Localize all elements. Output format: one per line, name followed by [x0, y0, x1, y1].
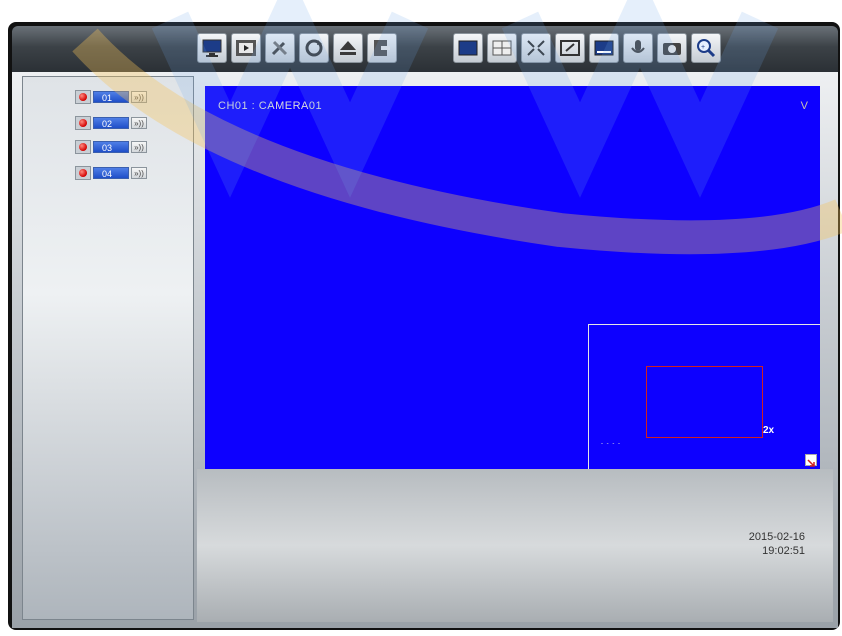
zoom-region-box[interactable] [646, 366, 763, 438]
toolbar-right-group: + [453, 33, 721, 63]
eject-icon[interactable] [333, 33, 363, 63]
status-panel: 2015-02-16 19:02:51 [197, 469, 833, 622]
exit-icon[interactable] [367, 33, 397, 63]
record-led-icon [75, 90, 91, 104]
record-led-icon [75, 166, 91, 180]
camera-row-02[interactable]: 02 »)) [75, 116, 147, 130]
audio-icon[interactable]: »)) [131, 141, 147, 153]
audio-icon[interactable]: »)) [131, 117, 147, 129]
toolbar: + [12, 26, 838, 72]
camera-number: 01 [93, 91, 129, 103]
snapshot-icon[interactable] [657, 33, 687, 63]
playback-icon[interactable] [231, 33, 261, 63]
camera-row-01[interactable]: 01 »)) [75, 90, 147, 104]
camera-row-04[interactable]: 04 »)) [75, 166, 147, 180]
channel-label: CH01 : CAMERA01 [218, 100, 323, 112]
status-date: 2015-02-16 [748, 531, 805, 543]
refresh-icon[interactable] [299, 33, 329, 63]
zoom-icon[interactable]: + [691, 33, 721, 63]
single-view-icon[interactable] [453, 33, 483, 63]
record-led-icon [75, 140, 91, 154]
camera-number: 03 [93, 141, 129, 153]
resize-icon[interactable] [555, 33, 585, 63]
record-led-icon [75, 116, 91, 130]
screen-icon[interactable] [589, 33, 619, 63]
channel-indicator: V [800, 100, 808, 112]
zoom-preview[interactable]: 2x - - - - [588, 324, 820, 469]
resize-handle-icon[interactable] [805, 454, 817, 467]
fullscreen-icon[interactable] [521, 33, 551, 63]
camera-row-03[interactable]: 03 »)) [75, 140, 147, 154]
zoom-level-label: 2x [763, 425, 775, 436]
camera-number: 02 [93, 117, 129, 129]
svg-text:+: + [701, 44, 705, 51]
audio-icon[interactable]: »)) [131, 91, 147, 103]
tools-icon[interactable] [265, 33, 295, 63]
monitor-icon[interactable] [197, 33, 227, 63]
camera-number: 04 [93, 167, 129, 179]
preview-dots: - - - - [601, 441, 621, 447]
status-time: 19:02:51 [762, 545, 805, 557]
toolbar-left-group [197, 33, 397, 63]
video-display[interactable]: CH01 : CAMERA01 V 2x - - - - [205, 86, 820, 469]
camera-sidebar: 01 »)) 02 »)) 03 »)) 04 »)) [22, 76, 194, 620]
microphone-icon[interactable] [623, 33, 653, 63]
audio-icon[interactable]: »)) [131, 167, 147, 179]
quad-view-icon[interactable] [487, 33, 517, 63]
